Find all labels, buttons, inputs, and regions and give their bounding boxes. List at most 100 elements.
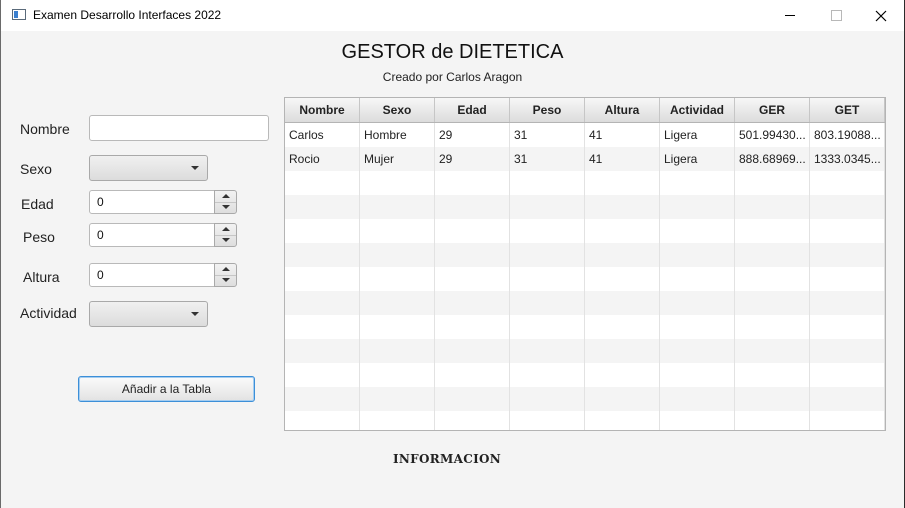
table-cell: 29 [435, 147, 510, 171]
chevron-down-icon [191, 312, 199, 316]
table-cell: Ligera [660, 147, 735, 171]
table-cell [285, 315, 360, 339]
table-cell [435, 291, 510, 315]
table-cell [285, 363, 360, 387]
edad-spinner-buttons [214, 190, 237, 214]
edad-label: Edad [21, 196, 54, 212]
edad-decrement-button[interactable] [215, 202, 236, 213]
maximize-button[interactable] [813, 0, 859, 31]
table-cell [360, 315, 435, 339]
table-cell [510, 387, 585, 411]
minimize-button[interactable] [767, 0, 813, 31]
table-cell [435, 315, 510, 339]
title-bar[interactable]: Examen Desarrollo Interfaces 2022 [1, 0, 904, 31]
altura-input[interactable]: 0 [89, 263, 215, 287]
page-title: GESTOR de DIETETICA [341, 41, 564, 63]
empty-table-row [285, 267, 885, 291]
table-cell: 41 [585, 123, 660, 147]
table-cell: 29 [435, 123, 510, 147]
table-cell: 501.99430... [735, 123, 810, 147]
empty-table-row [285, 315, 885, 339]
table-cell [585, 291, 660, 315]
table-cell [435, 387, 510, 411]
diet-table[interactable]: Nombre Sexo Edad Peso Altura Actividad GER GET … [284, 97, 886, 431]
peso-spinner-buttons [214, 223, 237, 247]
sexo-combobox[interactable] [89, 155, 208, 181]
column-header[interactable]: Sexo [360, 98, 435, 122]
table-cell [660, 339, 735, 363]
add-to-table-button[interactable]: Añadir a la Tabla [78, 376, 255, 402]
altura-decrement-button[interactable] [215, 275, 236, 286]
table-cell: Rocio [285, 147, 360, 171]
table-cell [435, 243, 510, 267]
column-header[interactable]: Altura [585, 98, 660, 122]
table-cell [810, 171, 885, 195]
empty-table-row [285, 171, 885, 195]
chevron-down-icon [191, 166, 199, 170]
table-cell [360, 267, 435, 291]
table-cell [660, 315, 735, 339]
column-header[interactable]: Actividad [660, 98, 735, 122]
empty-table-row [285, 411, 885, 430]
table-cell [735, 315, 810, 339]
table-cell [285, 291, 360, 315]
table-cell [285, 171, 360, 195]
table-cell [735, 171, 810, 195]
table-row[interactable]: Carlos Hombre 29 31 41 Ligera 501.99430... 803.… [285, 123, 885, 147]
table-cell [585, 339, 660, 363]
table-cell [810, 339, 885, 363]
table-row[interactable]: Rocio Mujer 29 31 41 Ligera 888.68969... 1333.0… [285, 147, 885, 171]
table-cell [810, 411, 885, 430]
table-cell [660, 387, 735, 411]
table-cell [585, 267, 660, 291]
empty-table-row [285, 387, 885, 411]
table-cell [360, 171, 435, 195]
table-cell [285, 267, 360, 291]
table-cell: Mujer [360, 147, 435, 171]
table-cell [510, 171, 585, 195]
peso-decrement-button[interactable] [215, 235, 236, 246]
table-cell [585, 387, 660, 411]
close-icon [875, 10, 887, 21]
empty-table-row [285, 291, 885, 315]
minimize-icon [785, 15, 795, 16]
table-cell: Ligera [660, 123, 735, 147]
table-cell [285, 387, 360, 411]
table-cell [510, 195, 585, 219]
table-header: Nombre Sexo Edad Peso Altura Actividad GER GET [285, 98, 885, 123]
table-cell [810, 243, 885, 267]
close-button[interactable] [858, 0, 904, 31]
column-header[interactable]: Edad [435, 98, 510, 122]
table-cell [735, 411, 810, 430]
altura-spinner-buttons [214, 263, 237, 287]
table-cell [435, 267, 510, 291]
table-cell: 31 [510, 123, 585, 147]
table-cell [810, 195, 885, 219]
table-cell [510, 291, 585, 315]
empty-table-row [285, 243, 885, 267]
table-cell: Carlos [285, 123, 360, 147]
column-header[interactable]: GET [810, 98, 885, 122]
nombre-input[interactable] [89, 115, 269, 141]
table-cell [735, 195, 810, 219]
column-header[interactable]: GER [735, 98, 810, 122]
table-cell [735, 363, 810, 387]
column-header[interactable]: Peso [510, 98, 585, 122]
column-header[interactable]: Nombre [285, 98, 360, 122]
table-cell [360, 219, 435, 243]
actividad-combobox[interactable] [89, 301, 208, 327]
edad-input[interactable]: 0 [89, 190, 215, 214]
table-cell [435, 171, 510, 195]
table-cell [510, 363, 585, 387]
table-cell [735, 219, 810, 243]
table-cell [435, 219, 510, 243]
info-label: INFORMACION [393, 452, 502, 466]
table-cell [735, 339, 810, 363]
app-window: Examen Desarrollo Interfaces 2022 GESTOR… [0, 0, 904, 508]
peso-input[interactable]: 0 [89, 223, 215, 247]
nombre-label: Nombre [20, 121, 70, 137]
table-cell: 31 [510, 147, 585, 171]
table-cell [585, 363, 660, 387]
table-cell [585, 411, 660, 430]
table-cell [360, 243, 435, 267]
